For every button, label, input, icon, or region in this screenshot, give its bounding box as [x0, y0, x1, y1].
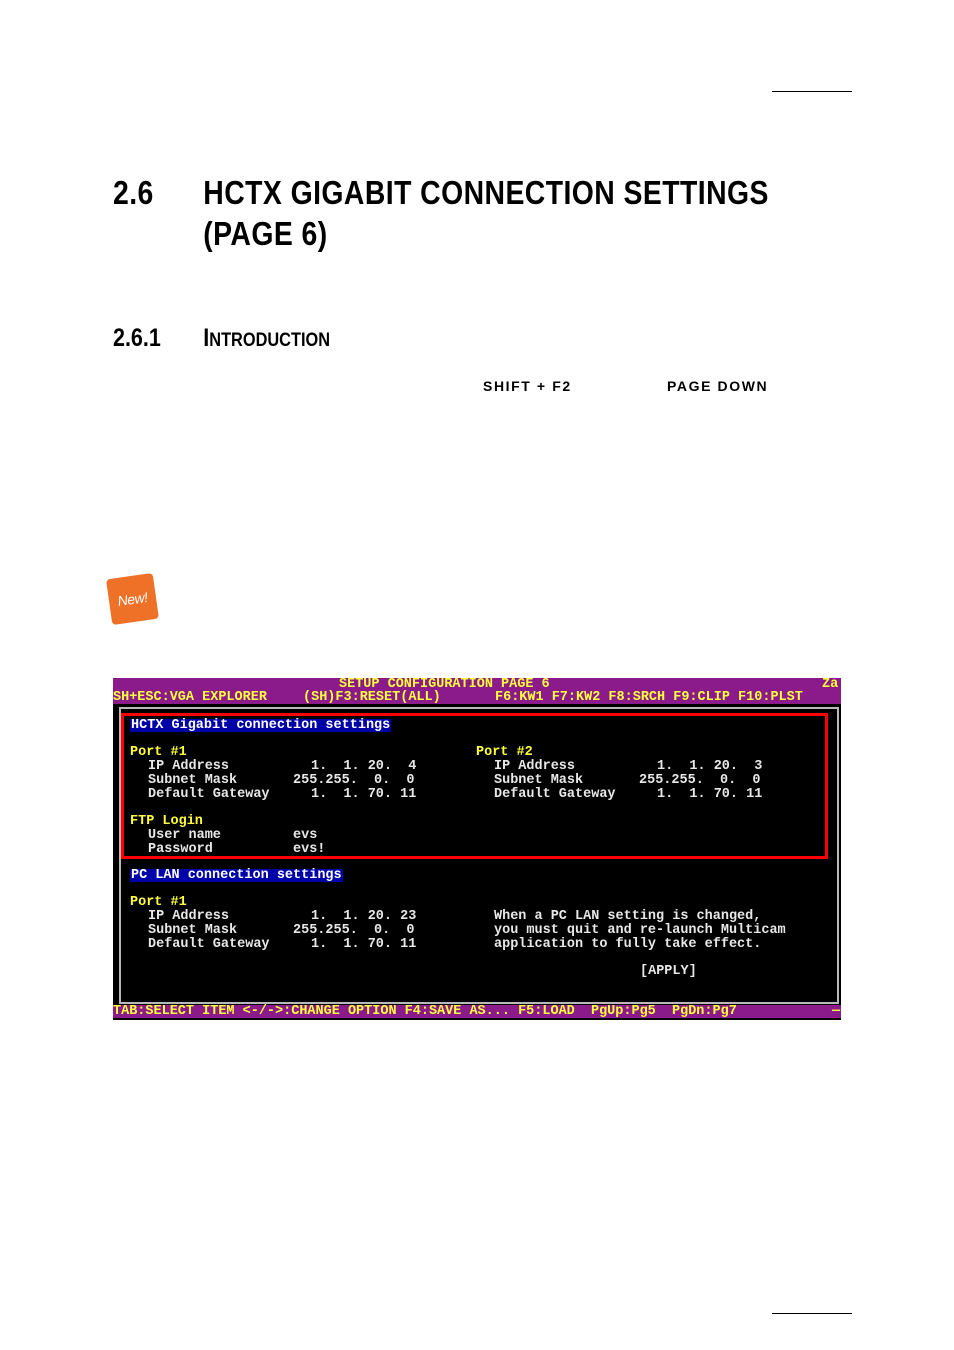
pclan-port1-mask-label: Subnet Mask: [148, 923, 238, 938]
screen-title-right: Za: [822, 678, 839, 692]
section-title-line1: HCTX GIGABIT CONNECTION SETTINGS: [203, 174, 769, 211]
pclan-port1-ip-label: IP Address: [148, 909, 230, 924]
highlight-frame: [121, 713, 828, 859]
apply-button[interactable]: [APPLY]: [640, 965, 697, 979]
pclan-note-line1: When a PC LAN setting is changed,: [494, 909, 762, 924]
shift-f2-key: SHIFT + F2: [483, 378, 572, 394]
status-help: TAB:SELECT ITEM <-/->:CHANGE OPTION F4:S…: [113, 1004, 737, 1019]
menu-function-keys[interactable]: F6:KW1 F7:KW2 F8:SRCH F9:CLIP F10:PLST: [495, 691, 803, 705]
footer-rule: [772, 1313, 852, 1314]
pclan-port1-ip-field[interactable]: 1. 1. 20. 23: [311, 910, 416, 924]
section-title-line2: (PAGE 6): [203, 215, 328, 252]
header-rule: [772, 91, 852, 92]
subsection-title: INTRODUCTION: [203, 324, 331, 352]
status-bar: TAB:SELECT ITEM <-/->:CHANGE OPTION F4:S…: [113, 1005, 841, 1018]
pclan-section-title: PC LAN connection settings: [130, 868, 343, 883]
pclan-note-line3: application to fully take effect.: [494, 937, 762, 952]
pclan-port1-gw-field[interactable]: 1. 1. 70. 11: [311, 938, 416, 952]
new-badge-icon: New!: [106, 572, 159, 626]
pclan-port1-gw-label: Default Gateway: [148, 937, 270, 952]
menu-reset[interactable]: (SH)F3:RESET(ALL): [303, 691, 441, 705]
pclan-port1-label: Port #1: [130, 895, 187, 910]
function-key-bar: SH+ESC:VGA EXPLORER (SH)F3:RESET(ALL) F6…: [113, 691, 841, 704]
status-end: —: [832, 1004, 841, 1019]
pclan-port1-mask-field[interactable]: 255.255. 0. 0: [293, 924, 415, 938]
page-down-key: PAGE DOWN: [667, 378, 769, 394]
menu-vga-explorer[interactable]: SH+ESC:VGA EXPLORER: [113, 691, 267, 705]
pclan-note-line2: you must quit and re-launch Multicam: [494, 923, 786, 938]
section-number: 2.6: [113, 174, 154, 211]
subsection-number: 2.6.1: [113, 324, 161, 352]
